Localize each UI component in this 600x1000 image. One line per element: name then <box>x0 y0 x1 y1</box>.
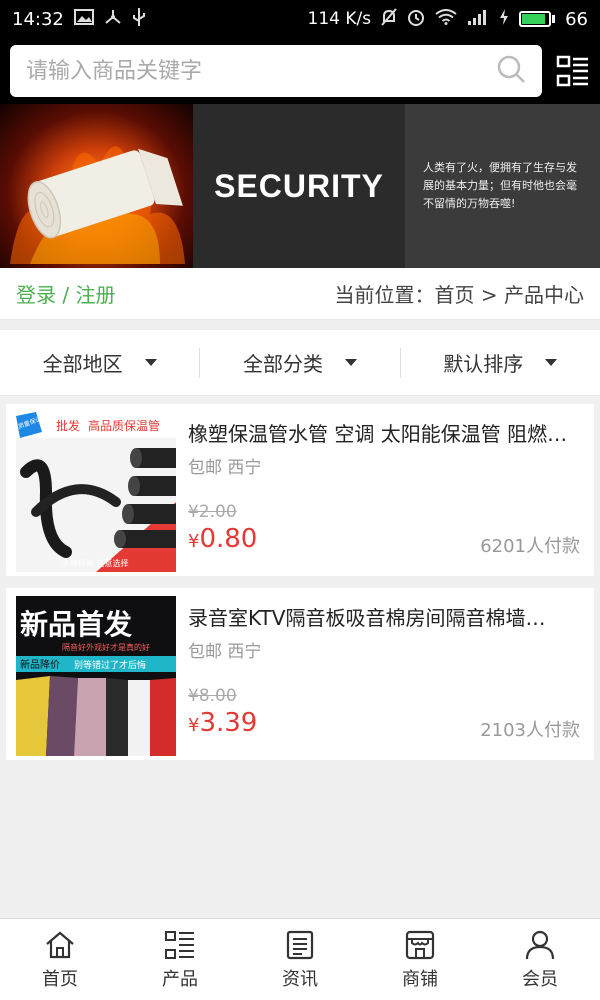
product-title[interactable]: 录音室KTV隔音板吸音棉房间隔音棉墙… <box>188 602 586 631</box>
usb-icon <box>132 7 146 31</box>
thumb-tag: 批发 <box>56 418 80 433</box>
caret-down-icon <box>344 359 357 366</box>
battery-level: 66 <box>565 8 588 30</box>
product-image-pipe: 批发 高品质保温管 质量保证 多种规格 任意选择 <box>16 412 176 572</box>
product-list: 批发 高品质保温管 质量保证 多种规格 任意选择 橡塑保温管水管 空调 太阳能保… <box>0 396 600 760</box>
search-icon[interactable] <box>496 54 526 88</box>
nav-member-label: 会员 <box>522 968 558 990</box>
battery-icon <box>519 11 556 27</box>
nav-news[interactable]: 资讯 <box>240 919 360 1000</box>
thumb-tagline: 别等错过了才后悔 <box>74 659 146 671</box>
category-menu-icon[interactable] <box>556 54 590 88</box>
product-info: 录音室KTV隔音板吸音棉房间隔音棉墙… 包邮 西宁 ¥8.00 ¥3.39 21… <box>176 596 586 752</box>
wifi-icon <box>435 9 457 29</box>
currency-symbol: ¥ <box>188 715 200 736</box>
status-right: 114 K/s 66 <box>307 8 588 30</box>
breadcrumb: 当前位置：首页 > 产品中心 <box>334 283 584 307</box>
paid-count: 6201人付款 <box>480 536 580 557</box>
list-icon <box>164 929 196 961</box>
mute-icon <box>381 8 397 30</box>
home-icon <box>44 929 76 961</box>
product-title[interactable]: 橡塑保温管水管 空调 太阳能保温管 阻燃… <box>188 418 586 447</box>
register-link[interactable]: 注册 <box>75 283 115 307</box>
charging-icon <box>499 8 509 30</box>
nav-products[interactable]: 产品 <box>120 919 240 1000</box>
sale-price-value: 3.39 <box>199 708 258 738</box>
search-input[interactable] <box>26 58 496 84</box>
search-box[interactable] <box>10 45 542 97</box>
nav-member[interactable]: 会员 <box>480 919 600 1000</box>
filter-sort[interactable]: 默认排序 <box>399 347 600 378</box>
search-header <box>0 38 600 104</box>
nav-home[interactable]: 首页 <box>0 919 120 1000</box>
filter-category[interactable]: 全部分类 <box>199 347 399 378</box>
login-register-links: 登录 / 注册 <box>16 279 115 308</box>
banner-text-panel: 人类有了火，便拥有了生存与发展的基本力量；但有时他也会毫不留情的万物吞噬! <box>405 104 600 268</box>
banner-title: SECURITY <box>214 167 384 204</box>
thumb-headline: 新品首发 <box>20 608 132 641</box>
nav-store-label: 商铺 <box>402 968 438 990</box>
product-card[interactable]: 新品首发 隔音好外观好才是真的好 新品降价 别等错过了才后悔 录音室KTV隔音板… <box>6 588 594 760</box>
login-link[interactable]: 登录 <box>16 283 56 307</box>
filter-bar: 全部地区 全部分类 默认排序 <box>0 330 600 396</box>
paid-count: 2103人付款 <box>480 720 580 741</box>
original-price: ¥8.00 <box>188 686 237 706</box>
banner-text: 人类有了火，便拥有了生存与发展的基本力量；但有时他也会毫不留情的万物吞噬! <box>423 161 577 210</box>
original-price: ¥2.00 <box>188 502 237 522</box>
filter-category-label: 全部分类 <box>242 352 323 376</box>
product-image-foam: 新品首发 隔音好外观好才是真的好 新品降价 别等错过了才后悔 <box>16 596 176 756</box>
network-speed: 114 K/s <box>307 9 372 29</box>
image-notification-icon <box>73 9 94 29</box>
alarm-icon <box>407 8 425 30</box>
thumb-headline: 高品质保温管 <box>88 418 160 433</box>
sale-price-value: 0.80 <box>199 524 258 554</box>
product-location: 包邮 西宁 <box>188 642 262 662</box>
currency-symbol: ¥ <box>188 531 200 552</box>
banner-title-panel: SECURITY <box>193 104 405 268</box>
product-info: 橡塑保温管水管 空调 太阳能保温管 阻燃… 包邮 西宁 ¥2.00 ¥0.80 … <box>176 412 586 568</box>
share-notification-icon <box>104 8 122 30</box>
status-left: 14:32 <box>12 7 146 31</box>
caret-down-icon <box>545 359 558 366</box>
filter-region-label: 全部地区 <box>42 352 123 376</box>
promo-banner[interactable]: SECURITY 人类有了火，便拥有了生存与发展的基本力量；但有时他也会毫不留情… <box>0 104 600 268</box>
bottom-nav: 首页 产品 资讯 商铺 会员 <box>0 918 600 1000</box>
login-separator: / <box>56 283 76 307</box>
user-icon <box>524 929 556 961</box>
location-bar: 登录 / 注册 当前位置：首页 > 产品中心 <box>0 268 600 320</box>
product-location: 包邮 西宁 <box>188 458 262 478</box>
thumb-tag: 新品降价 <box>20 658 60 671</box>
nav-products-label: 产品 <box>162 968 198 990</box>
filter-region[interactable]: 全部地区 <box>0 348 199 378</box>
thumb-subline: 隔音好外观好才是真的好 <box>62 642 150 652</box>
thumb-footer: 多种规格 任意选择 <box>62 558 129 568</box>
caret-down-icon <box>144 359 157 366</box>
banner-fire-image <box>0 104 193 268</box>
store-icon <box>404 929 436 961</box>
nav-store[interactable]: 商铺 <box>360 919 480 1000</box>
filter-sort-label: 默认排序 <box>443 352 524 376</box>
status-bar: 14:32 114 K/s 66 <box>0 0 600 38</box>
nav-news-label: 资讯 <box>282 968 318 990</box>
news-icon <box>284 929 316 961</box>
product-card[interactable]: 批发 高品质保温管 质量保证 多种规格 任意选择 橡塑保温管水管 空调 太阳能保… <box>6 404 594 576</box>
status-time: 14:32 <box>12 8 64 30</box>
signal-icon <box>467 8 489 30</box>
nav-home-label: 首页 <box>42 968 78 990</box>
